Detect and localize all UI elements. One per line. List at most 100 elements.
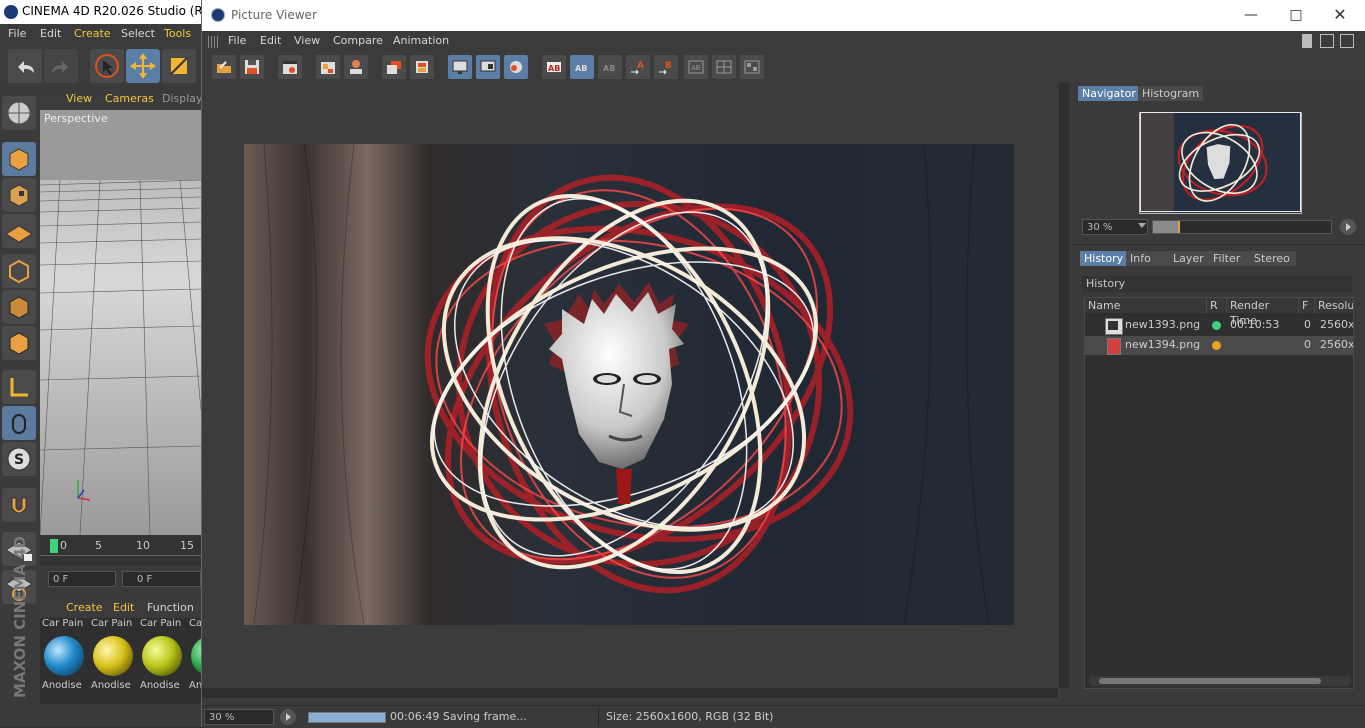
undo-button[interactable] xyxy=(8,49,42,83)
tab-layer[interactable]: Layer xyxy=(1169,251,1213,266)
material-menu-function[interactable]: Function xyxy=(147,601,194,614)
viewport-menu-display[interactable]: Display xyxy=(162,92,203,105)
object-mode-button[interactable] xyxy=(2,142,36,176)
menu-select[interactable]: Select xyxy=(121,27,155,40)
material-swatch[interactable]: Car Pain Anodise xyxy=(40,618,86,696)
snap-settings-button[interactable]: S xyxy=(2,442,36,476)
points-mode-button[interactable] xyxy=(2,254,36,288)
tab-history[interactable]: History xyxy=(1080,251,1128,266)
menu-file[interactable]: File xyxy=(8,27,26,40)
tweak-mode-button[interactable] xyxy=(2,406,36,440)
material-swatch[interactable]: Ca An xyxy=(187,618,201,696)
set-a-b-button[interactable]: AB xyxy=(542,55,566,79)
scale-tool-button[interactable] xyxy=(162,49,196,83)
zoom-dropdown-icon[interactable] xyxy=(1138,223,1146,228)
pv-menu-compare[interactable]: Compare xyxy=(333,34,383,47)
svg-text:A: A xyxy=(637,61,644,71)
expand-icon[interactable] xyxy=(1320,34,1334,48)
polygons-mode-button[interactable] xyxy=(2,326,36,360)
status-zoom-field[interactable]: 30 % xyxy=(204,709,274,725)
single-view-button[interactable] xyxy=(448,55,472,79)
menu-create[interactable]: Create xyxy=(74,27,111,40)
ab-view-button[interactable] xyxy=(476,55,500,79)
layout-icon[interactable] xyxy=(1302,34,1312,48)
tab-stereo[interactable]: Stereo xyxy=(1250,251,1296,266)
close-button[interactable]: ✕ xyxy=(1329,5,1351,25)
edges-mode-button[interactable] xyxy=(2,290,36,324)
material-menu-edit[interactable]: Edit xyxy=(113,601,134,614)
maximize-button[interactable]: □ xyxy=(1285,5,1307,25)
perspective-viewport[interactable] xyxy=(40,110,201,535)
status-play-button[interactable] xyxy=(280,709,296,725)
tab-histogram[interactable]: Histogram xyxy=(1138,86,1204,101)
column-f-header[interactable]: F xyxy=(1299,298,1315,313)
zoom-play-button[interactable] xyxy=(1340,219,1356,235)
material-swatch[interactable]: Car Pain Anodise xyxy=(89,618,135,696)
pv-menu-edit[interactable]: Edit xyxy=(260,34,281,47)
text-overlay-2-button[interactable] xyxy=(712,55,736,79)
playhead-marker[interactable] xyxy=(50,539,58,553)
pv-menu-view[interactable]: View xyxy=(294,34,320,47)
set-a-button[interactable]: A xyxy=(626,55,650,79)
frame-fields-row: 0 F 0 F xyxy=(40,567,201,591)
status-dot xyxy=(1212,321,1221,330)
axis-mode-button[interactable] xyxy=(2,370,36,404)
material-menu-create[interactable]: Create xyxy=(66,601,103,614)
tab-navigator[interactable]: Navigator xyxy=(1078,86,1140,101)
render-canvas-area[interactable] xyxy=(202,83,1062,700)
svg-text:AB: AB xyxy=(603,64,615,73)
render-region-button[interactable] xyxy=(316,55,340,79)
render-active-object-button[interactable] xyxy=(344,55,368,79)
grip-handle[interactable] xyxy=(208,36,218,48)
start-frame-field[interactable]: 0 F xyxy=(122,571,201,587)
edges-cube-icon xyxy=(9,296,29,319)
viewport-menu-view[interactable]: View xyxy=(66,92,92,105)
canvas-vertical-scrollbar[interactable] xyxy=(1059,83,1069,688)
axis-icon xyxy=(10,378,28,397)
column-r-header[interactable]: R xyxy=(1207,298,1227,313)
material-swatch[interactable]: Car Pain Anodise xyxy=(138,618,184,696)
minimize-button[interactable]: — xyxy=(1240,5,1262,25)
pv-menu-file[interactable]: File xyxy=(228,34,246,47)
workplane-button[interactable] xyxy=(2,214,36,248)
menu-tools[interactable]: Tools xyxy=(164,27,191,40)
open-button[interactable] xyxy=(212,55,236,79)
canvas-horizontal-scrollbar[interactable] xyxy=(202,688,1058,698)
render-thumbnail-icon xyxy=(1107,338,1121,355)
model-mode-button[interactable] xyxy=(2,96,36,130)
text-overlay-1-button[interactable]: AB xyxy=(684,55,708,79)
menu-edit[interactable]: Edit xyxy=(40,27,61,40)
pv-menu-animation[interactable]: Animation xyxy=(393,34,449,47)
set-b-button[interactable]: B xyxy=(654,55,678,79)
zoom-slider-handle[interactable] xyxy=(1178,221,1180,233)
tab-filter[interactable]: Filter xyxy=(1209,251,1253,266)
scrollbar-thumb[interactable] xyxy=(1099,678,1321,684)
ab-compare-icon: AB xyxy=(575,64,587,73)
stereo-view-button[interactable] xyxy=(504,55,528,79)
copy-layers-button[interactable] xyxy=(382,55,406,79)
render-to-pv-button[interactable] xyxy=(278,55,302,79)
viewport-menu-cameras[interactable]: Cameras xyxy=(105,92,154,105)
history-row-selected[interactable]: new1394.png 0 2560x1 xyxy=(1085,336,1353,355)
column-render-time-header[interactable]: Render Time xyxy=(1227,298,1299,327)
tab-info[interactable]: Info xyxy=(1126,251,1172,266)
redo-button[interactable] xyxy=(44,49,78,83)
current-frame-field[interactable]: 0 F xyxy=(48,571,116,587)
text-overlay-3-button[interactable] xyxy=(740,55,764,79)
compare-ab-button[interactable]: AB xyxy=(570,55,594,79)
snap-button[interactable] xyxy=(2,488,36,522)
move-tool-button[interactable] xyxy=(126,49,160,83)
texture-mode-button[interactable] xyxy=(2,178,36,212)
save-button[interactable] xyxy=(240,55,264,79)
timeline-ruler[interactable]: 0 5 10 15 xyxy=(40,535,201,565)
navigator-thumbnail[interactable] xyxy=(1139,112,1302,214)
flatten-layers-button[interactable] xyxy=(410,55,434,79)
swap-ab-button[interactable]: AB xyxy=(598,55,622,79)
fullscreen-icon[interactable] xyxy=(1340,34,1354,48)
column-name-header[interactable]: Name xyxy=(1085,298,1207,313)
history-horizontal-scrollbar[interactable] xyxy=(1089,676,1351,686)
history-row[interactable]: new1393.png 00:10:53 0 2560x1 xyxy=(1085,316,1353,335)
live-selection-button[interactable] xyxy=(90,49,124,83)
navigator-zoom-slider[interactable] xyxy=(1152,220,1332,234)
column-resolution-header[interactable]: Resolut xyxy=(1315,298,1353,313)
